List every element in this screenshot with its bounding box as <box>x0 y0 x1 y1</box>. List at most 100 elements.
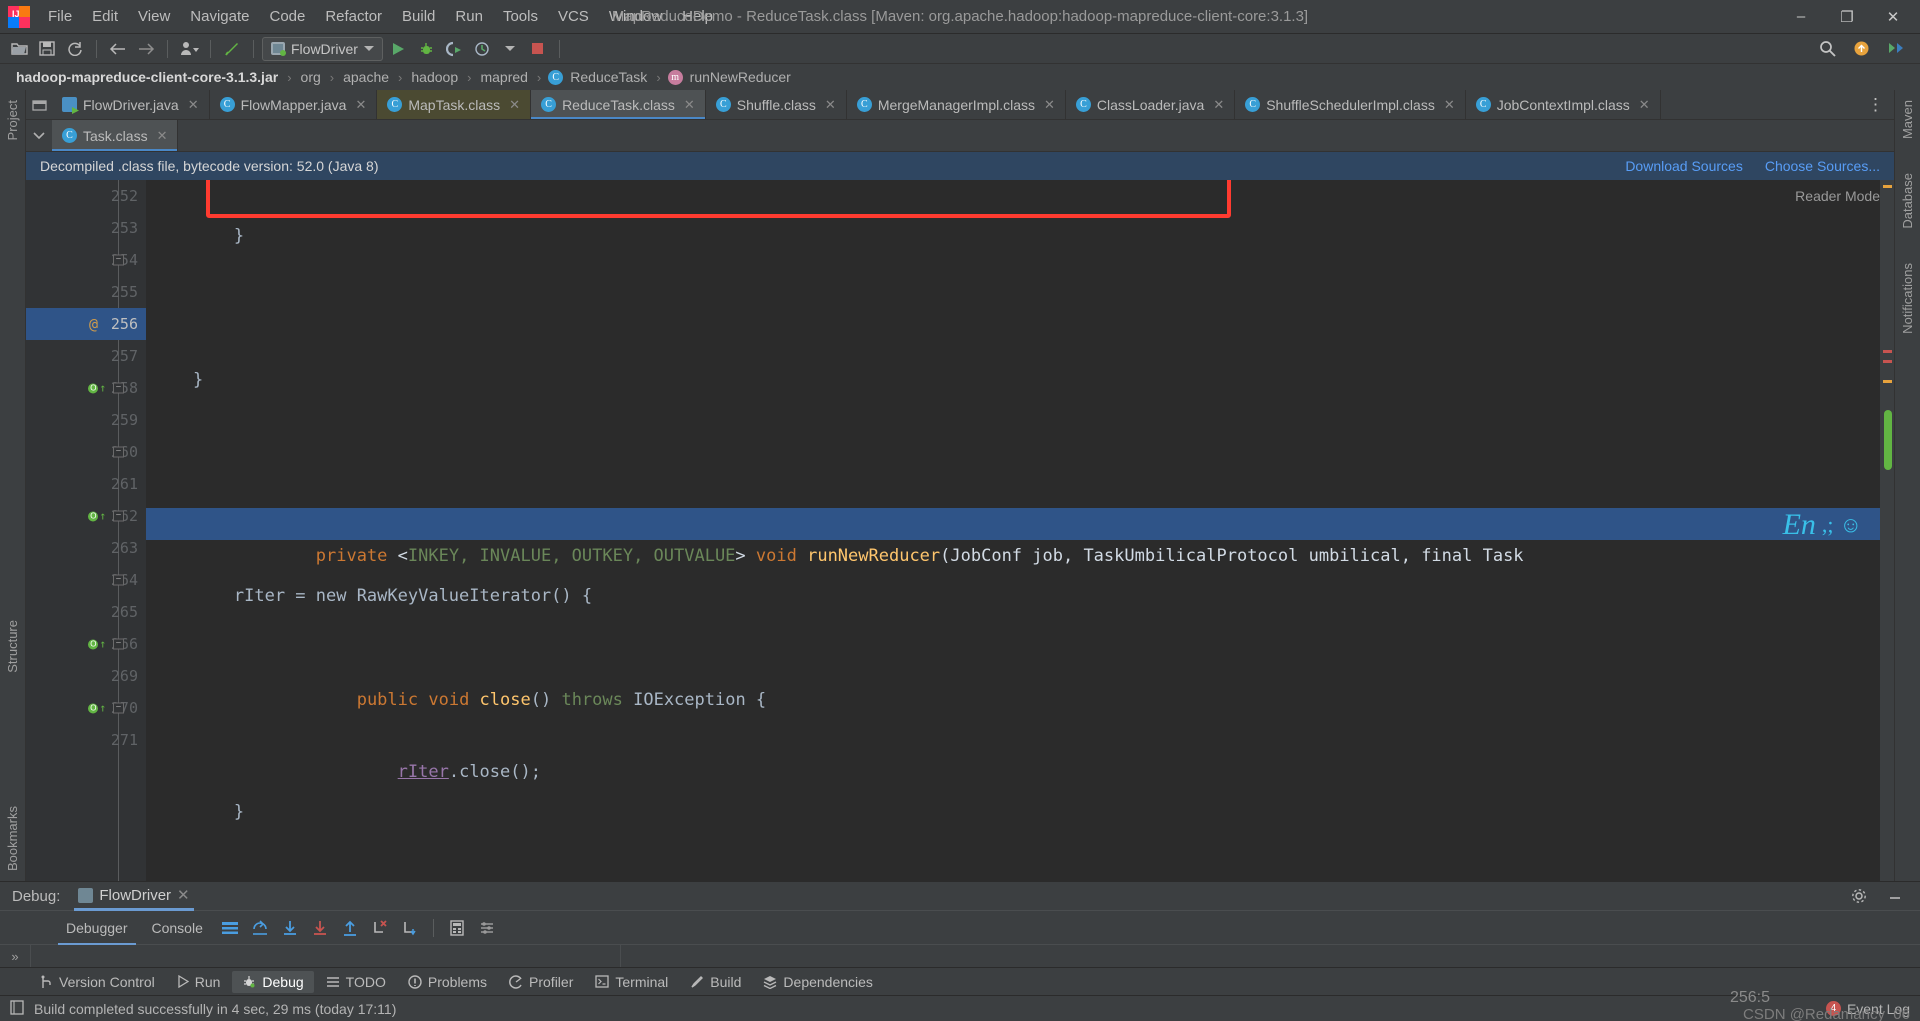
menu-item-run[interactable]: Run <box>445 4 493 29</box>
breadcrumb-item-jar[interactable]: hadoop-mapreduce-client-core-3.1.3.jar <box>14 69 280 85</box>
gear-icon[interactable] <box>1846 884 1872 908</box>
sync-icon[interactable] <box>62 37 88 61</box>
tab-mergemanagerimpl-class[interactable]: C MergeManagerImpl.class ✕ <box>846 90 1066 119</box>
tab-classloader-java[interactable]: C ClassLoader.java ✕ <box>1065 90 1236 119</box>
close-icon[interactable]: ✕ <box>188 97 199 113</box>
close-icon[interactable]: ✕ <box>1213 97 1224 113</box>
debug-session-tab[interactable]: FlowDriver ✕ <box>70 884 197 911</box>
breadcrumb-item-mapred[interactable]: mapred <box>478 69 529 85</box>
close-icon[interactable]: ✕ <box>1044 97 1055 113</box>
tab-flowmapper-java[interactable]: C FlowMapper.java ✕ <box>209 90 378 119</box>
menu-item-navigate[interactable]: Navigate <box>180 4 259 29</box>
code-token[interactable]: rIter <box>398 762 449 782</box>
tab-overflow-icon[interactable]: ⋮ <box>1857 90 1894 119</box>
expand-frames-icon[interactable]: » <box>0 945 30 967</box>
frames-icon[interactable] <box>217 916 243 940</box>
close-icon[interactable]: ✕ <box>157 128 168 144</box>
download-sources-link[interactable]: Download Sources <box>1625 158 1743 174</box>
menu-item-help[interactable]: Help <box>672 4 723 29</box>
code-editor[interactable]: Reader Mode 252 253 254− 255 256 @ 257 25… <box>26 180 1894 881</box>
run-with-coverage-icon[interactable] <box>441 37 467 61</box>
close-icon[interactable]: ✕ <box>684 97 695 113</box>
tool-button-bookmarks[interactable]: Bookmarks <box>5 796 20 881</box>
run-configuration-selector[interactable]: FlowDriver <box>262 36 383 61</box>
fold-marker-icon[interactable]: − <box>113 638 124 650</box>
close-icon[interactable]: ✕ <box>509 97 520 113</box>
variables-panel[interactable] <box>620 945 1920 967</box>
tab-flowdriver-java[interactable]: FlowDriver.java ✕ <box>52 90 210 119</box>
close-icon[interactable]: ✕ <box>825 97 836 113</box>
vertical-scrollbar-thumb[interactable] <box>1884 410 1892 470</box>
search-icon[interactable] <box>1814 37 1840 61</box>
back-arrow-icon[interactable] <box>105 37 131 61</box>
choose-sources-link[interactable]: Choose Sources... <box>1765 158 1880 174</box>
fold-marker-icon[interactable]: − <box>113 382 124 394</box>
step-over-icon[interactable] <box>247 916 273 940</box>
drop-frame-icon[interactable] <box>367 916 393 940</box>
step-out-icon[interactable] <box>337 916 363 940</box>
tab-console[interactable]: Console <box>142 916 213 940</box>
tool-window-problems[interactable]: Problems <box>398 971 497 993</box>
implements-marker-icon[interactable]: O ↑ <box>88 702 106 715</box>
editor-gutter[interactable]: 252 253 254− 255 256 @ 257 258 O ↑ − 259 260… <box>26 180 146 881</box>
frames-panel[interactable] <box>30 945 620 967</box>
editor-marker-bar[interactable] <box>1880 180 1894 881</box>
tab-list-icon[interactable] <box>26 90 52 119</box>
forward-arrow-icon[interactable] <box>133 37 159 61</box>
reader-mode-label[interactable]: Reader Mode <box>1795 188 1880 204</box>
maximize-button[interactable]: ❐ <box>1824 1 1870 33</box>
tool-button-database[interactable]: Database <box>1900 163 1915 239</box>
close-icon[interactable]: ✕ <box>1444 97 1455 113</box>
implements-marker-icon[interactable]: O ↑ <box>88 382 106 395</box>
open-folder-icon[interactable] <box>6 37 32 61</box>
tool-window-dependencies[interactable]: Dependencies <box>753 971 883 993</box>
override-marker-icon[interactable]: @ <box>89 315 98 333</box>
breadcrumb-item-hadoop[interactable]: hadoop <box>409 69 460 85</box>
tool-window-build[interactable]: Build <box>680 971 751 993</box>
tool-button-project[interactable]: Project <box>5 90 20 150</box>
caret-position-label[interactable]: 256:5 <box>1730 989 1770 1007</box>
fold-marker-icon[interactable]: − <box>113 254 124 266</box>
code-content[interactable]: } } private <INKEY, INVALUE, OUTKEY, OUT… <box>146 180 1880 881</box>
build-hammer-icon[interactable] <box>219 37 245 61</box>
breadcrumb-item-reducetask[interactable]: ReduceTask <box>568 69 649 85</box>
profiler-dropdown-icon[interactable] <box>497 37 523 61</box>
update-icon[interactable] <box>1848 37 1874 61</box>
menu-item-window[interactable]: Window <box>599 4 672 29</box>
force-step-into-icon[interactable] <box>307 916 333 940</box>
run-to-cursor-icon[interactable] <box>397 916 423 940</box>
fold-marker-icon[interactable]: − <box>113 510 124 522</box>
tab-jobcontextimpl-class[interactable]: C JobContextImpl.class ✕ <box>1465 90 1661 119</box>
tool-window-run[interactable]: Run <box>167 971 231 993</box>
profiler-icon[interactable] <box>469 37 495 61</box>
menu-item-edit[interactable]: Edit <box>82 4 128 29</box>
tool-window-debug[interactable]: Debug <box>232 970 314 993</box>
tab-shuffleschedulerimpl-class[interactable]: C ShuffleSchedulerImpl.class ✕ <box>1235 90 1466 119</box>
tool-window-todo[interactable]: TODO <box>316 971 396 993</box>
menu-item-refactor[interactable]: Refactor <box>315 4 392 29</box>
fold-marker-icon[interactable]: − <box>113 446 124 458</box>
minimize-panel-icon[interactable] <box>1882 884 1908 908</box>
breadcrumb-item-apache[interactable]: apache <box>341 69 391 85</box>
breadcrumb-item-org[interactable]: org <box>299 69 323 85</box>
menu-item-view[interactable]: View <box>128 4 180 29</box>
implements-marker-icon[interactable]: O ↑ <box>88 510 106 523</box>
tab-task-class[interactable]: C Task.class ✕ <box>52 120 179 151</box>
tool-button-notifications[interactable]: Notifications <box>1900 253 1915 344</box>
evaluate-expression-icon[interactable] <box>444 916 470 940</box>
close-icon[interactable]: ✕ <box>1639 97 1650 113</box>
fold-marker-icon[interactable]: − <box>113 574 124 586</box>
tool-window-profiler[interactable]: Profiler <box>499 971 583 993</box>
tab-debugger[interactable]: Debugger <box>56 916 138 945</box>
tab-shuffle-class[interactable]: C Shuffle.class ✕ <box>705 90 847 119</box>
close-icon[interactable]: ✕ <box>355 97 366 113</box>
close-icon[interactable]: ✕ <box>177 886 190 904</box>
fold-marker-icon[interactable]: − <box>113 702 124 714</box>
tool-button-structure[interactable]: Structure <box>5 610 20 683</box>
menu-item-code[interactable]: Code <box>259 4 315 29</box>
menu-item-tools[interactable]: Tools <box>493 4 548 29</box>
run-button[interactable] <box>385 37 411 61</box>
minimize-button[interactable]: – <box>1778 1 1824 33</box>
tool-window-terminal[interactable]: Terminal <box>585 971 678 993</box>
chevron-down-icon[interactable] <box>26 120 52 151</box>
